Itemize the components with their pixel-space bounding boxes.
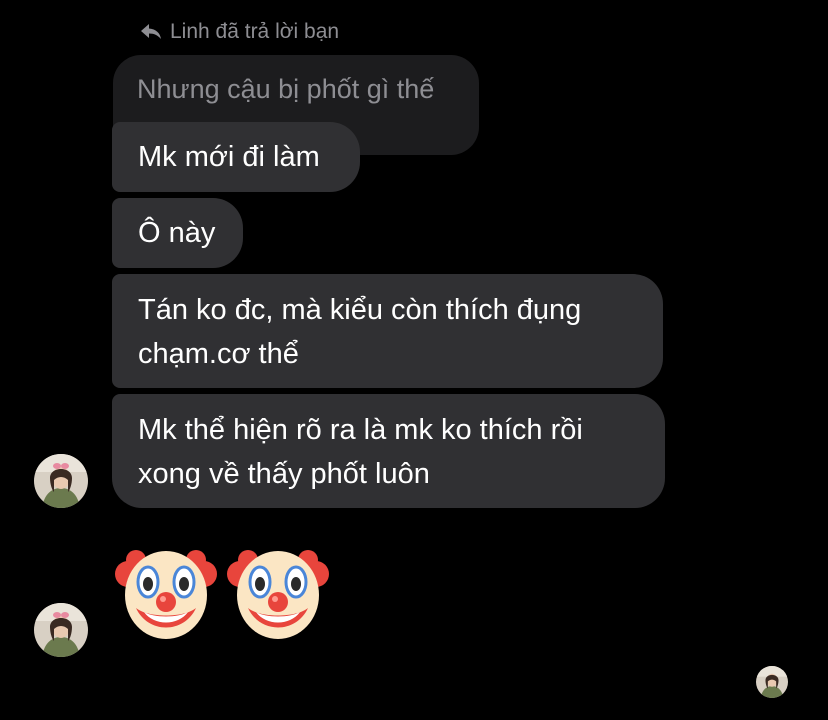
sender-avatar[interactable] (34, 454, 88, 508)
message-text: Ô này (138, 217, 216, 249)
message-text-line: Tán ko đc, mà kiểu còn thích đụng (138, 294, 582, 326)
reply-header-text: Linh đã trả lời bạn (170, 20, 340, 43)
sender-avatar[interactable] (34, 603, 88, 657)
message-text-line: chạm.cơ thể (138, 338, 299, 370)
clown-face-icon[interactable] (114, 546, 218, 640)
message-bubble[interactable]: Tán ko đc, mà kiểu còn thích đụng chạm.c… (112, 274, 663, 388)
reply-header: Linh đã trả lời bạn (140, 19, 339, 45)
message-bubble[interactable]: Mk mới đi làm (112, 122, 360, 192)
message-text-line: Mk thể hiện rõ ra là mk ko thích rồi (138, 414, 583, 446)
reply-arrow-icon (140, 23, 162, 41)
message-bubble[interactable]: Ô này (112, 198, 243, 268)
quoted-message-text: Nhưng cậu bị phốt gì thế (137, 74, 435, 104)
message-bubble[interactable]: Mk thể hiện rõ ra là mk ko thích rồi xon… (112, 394, 665, 508)
message-text-line: xong về thấy phốt luôn (138, 458, 430, 490)
clown-face-icon[interactable] (226, 546, 330, 640)
message-text: Mk mới đi làm (138, 141, 320, 173)
read-receipt-avatar (756, 666, 788, 698)
